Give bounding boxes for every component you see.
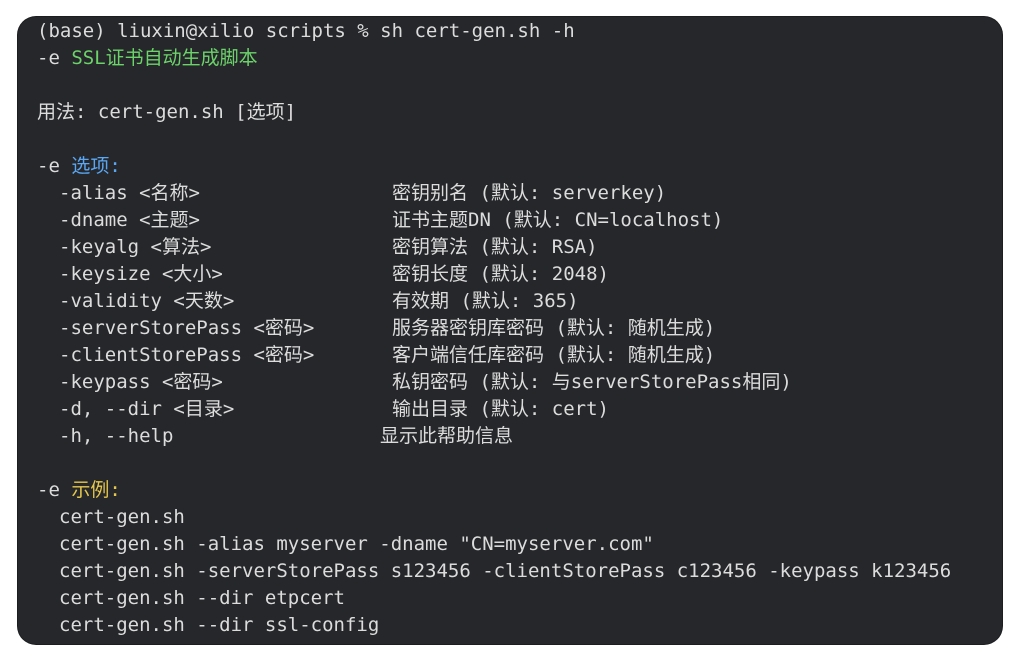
options-prefix: -e [37, 155, 72, 177]
option-description: 客户端信任库密码 (默认: 随机生成) [392, 344, 716, 366]
option-row-server-store-pass: -serverStorePass <密码> 服务器密钥库密码 (默认: 随机生成… [37, 315, 997, 342]
option-row-alias: -alias <名称> 密钥别名 (默认: serverkey) [37, 180, 997, 207]
examples-heading: 示例: [71, 479, 121, 501]
option-description: 显示此帮助信息 [380, 425, 514, 447]
option-flag: -alias <名称> [59, 182, 200, 204]
example-line: cert-gen.sh [59, 506, 185, 528]
option-row-dname: -dname <主题> 证书主题DN (默认: CN=localhost) [37, 207, 997, 234]
examples-prefix: -e [37, 479, 72, 501]
terminal-window[interactable]: (base) liuxin@xilio scripts % sh cert-ge… [18, 17, 1002, 644]
example-line: cert-gen.sh -alias myserver -dname "CN=m… [59, 533, 654, 555]
option-description: 服务器密钥库密码 (默认: 随机生成) [392, 317, 716, 339]
option-flag: -dname <主题> [59, 209, 200, 231]
option-row-client-store-pass: -clientStorePass <密码> 客户端信任库密码 (默认: 随机生成… [37, 342, 997, 369]
example-line: cert-gen.sh --dir etpcert [59, 587, 345, 609]
options-heading-line: -e 选项: [37, 153, 997, 180]
option-description: 证书主题DN (默认: CN=localhost) [392, 209, 724, 231]
option-description: 输出目录 (默认: cert) [392, 398, 609, 420]
option-description: 有效期 (默认: 365) [392, 290, 579, 312]
examples-heading-line: -e 示例: [37, 477, 997, 504]
option-description: 密钥长度 (默认: 2048) [392, 263, 609, 285]
options-heading: 选项: [71, 155, 121, 177]
option-flag: -validity <天数> [59, 290, 235, 312]
option-description: 密钥别名 (默认: serverkey) [392, 182, 667, 204]
option-flag: -h, --help [59, 425, 174, 447]
title-prefix: -e [37, 47, 72, 69]
option-row-keyalg: -keyalg <算法> 密钥算法 (默认: RSA) [37, 234, 997, 261]
option-description: 密钥算法 (默认: RSA) [392, 236, 598, 258]
usage-line: 用法: cert-gen.sh [选项] [37, 101, 297, 123]
option-flag: -clientStorePass <密码> [59, 344, 315, 366]
option-flag: -d, --dir <目录> [59, 398, 235, 420]
option-row-keypass: -keypass <密码> 私钥密码 (默认: 与serverStorePass… [37, 369, 997, 396]
terminal-output[interactable]: (base) liuxin@xilio scripts % sh cert-ge… [37, 18, 997, 639]
example-line: cert-gen.sh -serverStorePass s123456 -cl… [59, 560, 952, 582]
script-title-line: -e SSL证书自动生成脚本 [37, 45, 997, 72]
option-row-dir: -d, --dir <目录> 输出目录 (默认: cert) [37, 396, 997, 423]
option-description: 私钥密码 (默认: 与serverStorePass相同) [392, 371, 792, 393]
option-flag: -keypass <密码> [59, 371, 223, 393]
option-row-help: -h, --help 显示此帮助信息 [37, 423, 997, 450]
example-line: cert-gen.sh --dir ssl-config [59, 614, 380, 636]
script-title: SSL证书自动生成脚本 [71, 47, 258, 69]
option-flag: -serverStorePass <密码> [59, 317, 315, 339]
option-row-keysize: -keysize <大小> 密钥长度 (默认: 2048) [37, 261, 997, 288]
option-row-validity: -validity <天数> 有效期 (默认: 365) [37, 288, 997, 315]
option-flag: -keyalg <算法> [59, 236, 212, 258]
option-flag: -keysize <大小> [59, 263, 223, 285]
command-prompt-line: (base) liuxin@xilio scripts % sh cert-ge… [37, 20, 575, 42]
